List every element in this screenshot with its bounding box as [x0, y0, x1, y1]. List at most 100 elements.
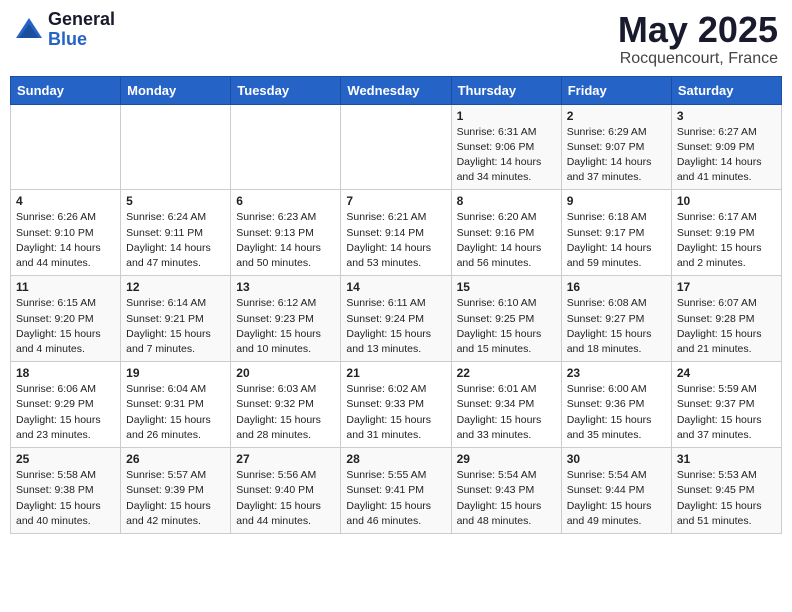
day-number: 25 [16, 452, 115, 466]
day-number: 30 [567, 452, 666, 466]
calendar-cell: 5 Sunrise: 6:24 AM Sunset: 9:11 PM Daylig… [121, 190, 231, 276]
calendar-cell: 30 Sunrise: 5:54 AM Sunset: 9:44 PM Dayli… [561, 448, 671, 534]
day-info: Sunrise: 6:23 AM Sunset: 9:13 PM Dayligh… [236, 210, 335, 271]
day-info: Sunrise: 6:07 AM Sunset: 9:28 PM Dayligh… [677, 296, 776, 357]
day-number: 8 [457, 194, 556, 208]
day-number: 17 [677, 280, 776, 294]
calendar-cell: 6 Sunrise: 6:23 AM Sunset: 9:13 PM Daylig… [231, 190, 341, 276]
day-number: 27 [236, 452, 335, 466]
logo-general-text: General [48, 10, 115, 30]
day-number: 11 [16, 280, 115, 294]
day-number: 10 [677, 194, 776, 208]
day-info: Sunrise: 6:10 AM Sunset: 9:25 PM Dayligh… [457, 296, 556, 357]
day-number: 16 [567, 280, 666, 294]
day-number: 13 [236, 280, 335, 294]
day-number: 23 [567, 366, 666, 380]
day-info: Sunrise: 6:11 AM Sunset: 9:24 PM Dayligh… [346, 296, 445, 357]
calendar-cell: 10 Sunrise: 6:17 AM Sunset: 9:19 PM Dayli… [671, 190, 781, 276]
day-info: Sunrise: 5:54 AM Sunset: 9:43 PM Dayligh… [457, 468, 556, 529]
calendar-cell: 27 Sunrise: 5:56 AM Sunset: 9:40 PM Dayli… [231, 448, 341, 534]
weekday-header-saturday: Saturday [671, 76, 781, 104]
title-block: May 2025 Rocquencourt, France [618, 10, 778, 68]
weekday-header-tuesday: Tuesday [231, 76, 341, 104]
day-number: 14 [346, 280, 445, 294]
day-number: 4 [16, 194, 115, 208]
day-info: Sunrise: 6:18 AM Sunset: 9:17 PM Dayligh… [567, 210, 666, 271]
calendar-cell [231, 104, 341, 190]
day-info: Sunrise: 5:57 AM Sunset: 9:39 PM Dayligh… [126, 468, 225, 529]
day-info: Sunrise: 5:59 AM Sunset: 9:37 PM Dayligh… [677, 382, 776, 443]
calendar-cell: 18 Sunrise: 6:06 AM Sunset: 9:29 PM Dayli… [11, 362, 121, 448]
weekday-header-sunday: Sunday [11, 76, 121, 104]
weekday-header-monday: Monday [121, 76, 231, 104]
calendar-cell: 24Sunrise: 5:59 AM Sunset: 9:37 PM Dayli… [671, 362, 781, 448]
day-info: Sunrise: 6:14 AM Sunset: 9:21 PM Dayligh… [126, 296, 225, 357]
day-info: Sunrise: 5:55 AM Sunset: 9:41 PM Dayligh… [346, 468, 445, 529]
calendar-table: SundayMondayTuesdayWednesdayThursdayFrid… [10, 76, 782, 534]
calendar-cell: 16 Sunrise: 6:08 AM Sunset: 9:27 PM Dayli… [561, 276, 671, 362]
day-info: Sunrise: 6:08 AM Sunset: 9:27 PM Dayligh… [567, 296, 666, 357]
day-info: Sunrise: 6:17 AM Sunset: 9:19 PM Dayligh… [677, 210, 776, 271]
day-number: 15 [457, 280, 556, 294]
calendar-cell: 3Sunrise: 6:27 AM Sunset: 9:09 PM Daylig… [671, 104, 781, 190]
day-number: 7 [346, 194, 445, 208]
day-number: 31 [677, 452, 776, 466]
calendar-cell [11, 104, 121, 190]
day-info: Sunrise: 6:26 AM Sunset: 9:10 PM Dayligh… [16, 210, 115, 271]
calendar-cell: 29 Sunrise: 5:54 AM Sunset: 9:43 PM Dayli… [451, 448, 561, 534]
calendar-cell: 13 Sunrise: 6:12 AM Sunset: 9:23 PM Dayli… [231, 276, 341, 362]
day-number: 1 [457, 109, 556, 123]
calendar-cell: 2 Sunrise: 6:29 AM Sunset: 9:07 PM Daylig… [561, 104, 671, 190]
day-number: 9 [567, 194, 666, 208]
day-number: 2 [567, 109, 666, 123]
calendar-cell: 28Sunrise: 5:55 AM Sunset: 9:41 PM Dayli… [341, 448, 451, 534]
calendar-cell: 1Sunrise: 6:31 AM Sunset: 9:06 PM Daylig… [451, 104, 561, 190]
calendar-cell: 9 Sunrise: 6:18 AM Sunset: 9:17 PM Daylig… [561, 190, 671, 276]
calendar-cell: 8 Sunrise: 6:20 AM Sunset: 9:16 PM Daylig… [451, 190, 561, 276]
day-number: 18 [16, 366, 115, 380]
calendar-cell: 4 Sunrise: 6:26 AM Sunset: 9:10 PM Daylig… [11, 190, 121, 276]
calendar-cell: 17 Sunrise: 6:07 AM Sunset: 9:28 PM Dayli… [671, 276, 781, 362]
month-title: May 2025 [618, 10, 778, 50]
logo-blue-text: Blue [48, 30, 115, 50]
day-number: 12 [126, 280, 225, 294]
day-info: Sunrise: 5:54 AM Sunset: 9:44 PM Dayligh… [567, 468, 666, 529]
weekday-header-friday: Friday [561, 76, 671, 104]
day-number: 6 [236, 194, 335, 208]
calendar-cell: 31 Sunrise: 5:53 AM Sunset: 9:45 PM Dayli… [671, 448, 781, 534]
calendar-cell: 12 Sunrise: 6:14 AM Sunset: 9:21 PM Dayli… [121, 276, 231, 362]
day-info: Sunrise: 6:02 AM Sunset: 9:33 PM Dayligh… [346, 382, 445, 443]
day-number: 19 [126, 366, 225, 380]
day-info: Sunrise: 6:06 AM Sunset: 9:29 PM Dayligh… [16, 382, 115, 443]
day-number: 22 [457, 366, 556, 380]
calendar-cell: 19Sunrise: 6:04 AM Sunset: 9:31 PM Dayli… [121, 362, 231, 448]
day-info: Sunrise: 6:01 AM Sunset: 9:34 PM Dayligh… [457, 382, 556, 443]
day-info: Sunrise: 6:12 AM Sunset: 9:23 PM Dayligh… [236, 296, 335, 357]
day-info: Sunrise: 5:58 AM Sunset: 9:38 PM Dayligh… [16, 468, 115, 529]
day-info: Sunrise: 5:56 AM Sunset: 9:40 PM Dayligh… [236, 468, 335, 529]
logo: General Blue [14, 10, 115, 50]
logo-icon [14, 16, 44, 44]
day-info: Sunrise: 6:24 AM Sunset: 9:11 PM Dayligh… [126, 210, 225, 271]
day-number: 26 [126, 452, 225, 466]
day-info: Sunrise: 6:20 AM Sunset: 9:16 PM Dayligh… [457, 210, 556, 271]
calendar-cell [341, 104, 451, 190]
day-info: Sunrise: 6:03 AM Sunset: 9:32 PM Dayligh… [236, 382, 335, 443]
day-info: Sunrise: 6:00 AM Sunset: 9:36 PM Dayligh… [567, 382, 666, 443]
day-number: 5 [126, 194, 225, 208]
day-info: Sunrise: 6:27 AM Sunset: 9:09 PM Dayligh… [677, 125, 776, 186]
day-info: Sunrise: 6:21 AM Sunset: 9:14 PM Dayligh… [346, 210, 445, 271]
day-info: Sunrise: 5:53 AM Sunset: 9:45 PM Dayligh… [677, 468, 776, 529]
calendar-cell: 22 Sunrise: 6:01 AM Sunset: 9:34 PM Dayli… [451, 362, 561, 448]
day-number: 29 [457, 452, 556, 466]
weekday-header-thursday: Thursday [451, 76, 561, 104]
calendar-cell: 23 Sunrise: 6:00 AM Sunset: 9:36 PM Dayli… [561, 362, 671, 448]
calendar-cell: 25 Sunrise: 5:58 AM Sunset: 9:38 PM Dayli… [11, 448, 121, 534]
page-header: General Blue May 2025 Rocquencourt, Fran… [10, 10, 782, 68]
calendar-cell: 15 Sunrise: 6:10 AM Sunset: 9:25 PM Dayli… [451, 276, 561, 362]
calendar-cell: 26 Sunrise: 5:57 AM Sunset: 9:39 PM Dayli… [121, 448, 231, 534]
location-text: Rocquencourt, France [618, 50, 778, 68]
day-info: Sunrise: 6:29 AM Sunset: 9:07 PM Dayligh… [567, 125, 666, 186]
weekday-header-wednesday: Wednesday [341, 76, 451, 104]
calendar-cell: 11Sunrise: 6:15 AM Sunset: 9:20 PM Dayli… [11, 276, 121, 362]
